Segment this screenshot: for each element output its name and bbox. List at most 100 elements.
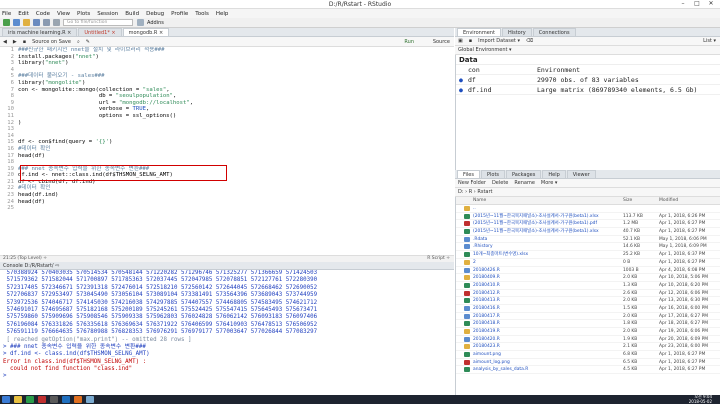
code-line[interactable]: 16 #데이터 확인 bbox=[0, 146, 454, 153]
new-file-icon[interactable] bbox=[3, 19, 10, 26]
save-file-icon[interactable]: ▪ bbox=[23, 39, 26, 45]
menu-item-build[interactable]: Build bbox=[125, 11, 139, 17]
save-all-icon[interactable] bbox=[43, 19, 50, 26]
file-checkbox[interactable] bbox=[456, 305, 464, 312]
file-name[interactable]: 20180420.R bbox=[473, 336, 623, 343]
list-view-selector[interactable]: List ▾ bbox=[703, 38, 716, 44]
code-line[interactable]: 10 verbose = TRUE, bbox=[0, 106, 454, 113]
file-name[interactable]: 20180410.R bbox=[473, 282, 623, 289]
chrome-icon[interactable] bbox=[26, 396, 34, 403]
code-line[interactable]: 22 #데이터 확인 bbox=[0, 185, 454, 192]
file-row[interactable]: 20180412.R 2.6 KB Apr 12, 2018, 6:06 PM bbox=[456, 290, 720, 298]
file-row[interactable]: 20180423.R 2.1 KB Apr 23, 2018, 6:00 PM bbox=[456, 343, 720, 352]
code-line[interactable]: 7 con <- mongolite::mongo(collection = "s… bbox=[0, 87, 454, 94]
menu-item-session[interactable]: Session bbox=[97, 11, 118, 17]
file-checkbox[interactable] bbox=[456, 297, 464, 304]
file-row[interactable]: 20180409.R 2.0 KB Apr 10, 2018, 5:06 PM bbox=[456, 274, 720, 282]
tab-files[interactable]: Files bbox=[457, 170, 480, 178]
app-icon-red[interactable] bbox=[38, 396, 46, 403]
code-line[interactable]: 25 bbox=[0, 205, 454, 212]
code-line[interactable]: 9 url = "mongodb://localhost", bbox=[0, 100, 454, 107]
file-row[interactable]: 20180413.R 2.0 KB Apr 13, 2018, 6:30 PM bbox=[456, 297, 720, 305]
rename-button[interactable]: Rename bbox=[514, 180, 535, 186]
file-name[interactable]: 20180409.R bbox=[473, 274, 623, 281]
file-checkbox[interactable] bbox=[456, 236, 464, 243]
delete-button[interactable]: Delete bbox=[492, 180, 508, 186]
file-checkbox[interactable] bbox=[456, 313, 464, 320]
file-row[interactable]: (2015년~11월~한국복지패널소)-조사설계서-가구원(beta1).pdf… bbox=[456, 220, 720, 229]
file-name[interactable]: (2015년~11월~한국복지패널소)-조사설계서-가구원(beta1).xls… bbox=[473, 228, 623, 235]
file-row[interactable]: 20180410.R 1.3 KB Apr 10, 2018, 6:20 PM bbox=[456, 282, 720, 290]
app-icon-blue[interactable] bbox=[62, 396, 70, 403]
file-row[interactable]: .Rdata 52.1 KB May 1, 2018, 6:06 PM bbox=[456, 236, 720, 244]
file-row[interactable]: 20180416.R 1.5 KB Apr 16, 2018, 6:00 PM bbox=[456, 305, 720, 313]
tab-plots[interactable]: Plots bbox=[480, 170, 506, 178]
source-on-save-checkbox[interactable]: Source on Save bbox=[32, 39, 71, 45]
file-row[interactable]: 10개~최종마트(변수명).xlsx 25.2 KB Apr 1, 2018, 6:… bbox=[456, 251, 720, 259]
tab-history[interactable]: History bbox=[501, 28, 532, 36]
file-checkbox[interactable] bbox=[456, 343, 464, 350]
tab-iris-machine-learning[interactable]: iris machine learning.R × bbox=[2, 28, 78, 36]
open-env-icon[interactable]: ▣ bbox=[458, 38, 463, 44]
file-checkbox[interactable] bbox=[456, 290, 464, 297]
env-row-df-ind[interactable]: ● df.ind Large matrix (869789340 elements,… bbox=[456, 85, 720, 95]
code-line[interactable]: 23 head(df.ind) bbox=[0, 192, 454, 199]
path-breadcrumb[interactable]: D: › R › Rstart bbox=[458, 189, 493, 195]
file-name[interactable]: 10개~최종마트(변수명).xlsx bbox=[473, 251, 623, 258]
file-checkbox[interactable] bbox=[456, 274, 464, 281]
file-name[interactable]: 20180416.R bbox=[473, 305, 623, 312]
file-row[interactable]: aimount.png 6.8 KB Apr 1, 2018, 6:27 PM bbox=[456, 351, 720, 359]
menu-item-code[interactable]: Code bbox=[36, 11, 50, 17]
tab-viewer[interactable]: Viewer bbox=[566, 170, 596, 178]
minimize-button[interactable]: – bbox=[676, 0, 690, 8]
file-checkbox[interactable] bbox=[456, 251, 464, 258]
file-name[interactable]: 20180412.R bbox=[473, 290, 623, 297]
print-icon[interactable] bbox=[53, 19, 60, 26]
file-name[interactable]: 2 bbox=[473, 259, 623, 266]
menu-item-plots[interactable]: Plots bbox=[77, 11, 90, 17]
file-checkbox[interactable] bbox=[456, 359, 464, 366]
file-row[interactable]: .Rhistory 14.6 KB May 1, 2018, 6:09 PM bbox=[456, 243, 720, 252]
code-line[interactable]: 1 ###신규한 패키지인 nnet을 설치 및 라이브러리 적용### bbox=[0, 47, 454, 54]
col-name[interactable]: Name bbox=[473, 197, 623, 204]
file-row[interactable]: analysis_by_sales_data.R 4.5 KB Apr 1, 201… bbox=[456, 366, 720, 375]
file-name[interactable]: 20180417.R bbox=[473, 313, 623, 320]
import-dataset-button[interactable]: Import Dataset ▾ bbox=[478, 38, 520, 44]
file-name[interactable]: aimount.png bbox=[473, 351, 623, 358]
file-checkbox[interactable] bbox=[456, 205, 464, 212]
file-checkbox[interactable] bbox=[456, 351, 464, 358]
file-name[interactable]: 20180418.R bbox=[473, 320, 623, 327]
file-row[interactable]: 20180418.R 1.8 KB Apr 18, 2018, 6:27 PM bbox=[456, 320, 720, 328]
file-name[interactable]: (2015년~11월~한국복지패널소)-조사설계서-가구원(beta1).pdf bbox=[473, 220, 623, 227]
menu-item-edit[interactable]: Edit bbox=[18, 11, 29, 17]
code-line[interactable]: 17 head(df) bbox=[0, 153, 454, 160]
file-name[interactable]: 20180426.R bbox=[473, 267, 623, 274]
menu-item-debug[interactable]: Debug bbox=[146, 11, 164, 17]
open-file-icon[interactable] bbox=[23, 19, 30, 26]
file-checkbox[interactable] bbox=[456, 366, 464, 373]
file-checkbox[interactable] bbox=[456, 259, 464, 266]
file-name[interactable]: .Rhistory bbox=[473, 243, 623, 250]
code-line[interactable]: 14 bbox=[0, 133, 454, 140]
app-icon-orange[interactable] bbox=[74, 396, 82, 403]
file-name[interactable]: 20180419.R bbox=[473, 328, 623, 335]
file-checkbox[interactable] bbox=[456, 228, 464, 235]
code-line[interactable]: 3 library("nnet") bbox=[0, 60, 454, 67]
code-line[interactable]: 15 df <- con$find(query = '{}') bbox=[0, 139, 454, 146]
goto-file-input[interactable]: Go to file/function bbox=[63, 19, 133, 26]
code-line[interactable]: 8 db = "seoulpopulation", bbox=[0, 93, 454, 100]
file-row[interactable]: 20 B Apr 1, 2018, 6:27 PM bbox=[456, 259, 720, 267]
file-row[interactable]: 20180419.R 2.0 KB Apr 19, 2018, 6:06 PM bbox=[456, 328, 720, 336]
code-line[interactable]: 12) bbox=[0, 120, 454, 127]
file-checkbox[interactable] bbox=[456, 220, 464, 227]
more-button[interactable]: More ▾ bbox=[541, 180, 558, 186]
code-line[interactable]: 5 ###데이터 불러오기 - sales### bbox=[0, 73, 454, 80]
code-line[interactable]: 11 options = ssl_options() bbox=[0, 113, 454, 120]
file-name[interactable]: .Rdata bbox=[473, 236, 623, 243]
run-button[interactable]: Run bbox=[404, 39, 414, 45]
code-line[interactable]: 24 head(df) bbox=[0, 199, 454, 206]
file-row[interactable]: 20180417.R 2.0 KB Apr 17, 2018, 6:27 PM bbox=[456, 313, 720, 321]
grid-icon[interactable] bbox=[137, 19, 144, 26]
search-icon[interactable]: ⌕ bbox=[77, 39, 80, 45]
file-name[interactable]: .. bbox=[473, 205, 623, 212]
